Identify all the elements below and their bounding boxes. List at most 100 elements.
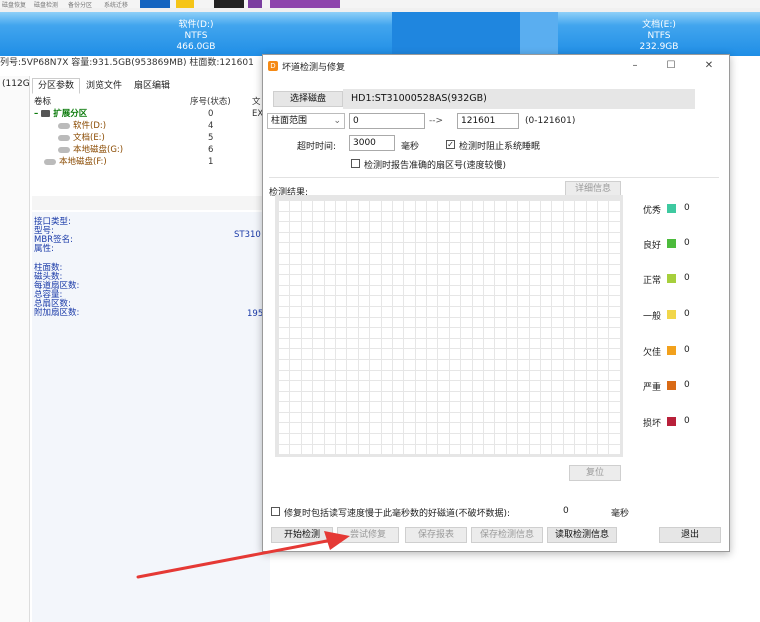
sector-cell — [279, 296, 290, 306]
legend-count: 0 — [684, 309, 690, 319]
column-header-index[interactable]: 序号(状态) — [190, 96, 231, 108]
sector-cell — [438, 264, 449, 275]
sector-cell — [552, 317, 563, 328]
report-sector-checkbox[interactable] — [351, 159, 360, 168]
toolbar-icon[interactable] — [248, 0, 262, 8]
collapse-icon[interactable]: – — [34, 109, 41, 119]
sector-cell — [427, 402, 438, 412]
prevent-sleep-checkbox[interactable]: ✓ — [446, 140, 455, 149]
tab-sector-edit[interactable]: 扇区编辑 — [128, 78, 176, 94]
toolbar-item[interactable]: 系统迁移 — [104, 0, 128, 9]
toolbar-icon[interactable] — [176, 0, 194, 8]
timeout-input[interactable]: 3000 — [349, 135, 395, 151]
sector-cell — [301, 296, 313, 306]
toolbar-icon[interactable] — [214, 0, 244, 8]
sector-cell — [438, 349, 449, 359]
toolbar-item[interactable]: 磁盘恢复 — [2, 0, 26, 9]
column-header-fs[interactable]: 文 — [252, 96, 261, 108]
sector-cell — [563, 402, 575, 412]
range-start-input[interactable]: 0 — [349, 113, 425, 129]
repair-option-checkbox[interactable] — [271, 507, 280, 516]
sector-cell — [313, 444, 324, 455]
sector-cell — [495, 338, 506, 349]
column-header-label[interactable]: 卷标 — [34, 96, 51, 108]
sector-cell — [392, 232, 404, 243]
toolbar-item[interactable]: 备份分区 — [68, 0, 92, 9]
sector-cell — [529, 412, 540, 423]
partition-block-e[interactable]: 文档(E:) NTFS 232.9GB — [558, 12, 760, 56]
toolbar-icon[interactable] — [270, 0, 340, 8]
sector-cell — [301, 444, 313, 455]
sector-cell — [506, 201, 518, 211]
sector-cell — [313, 349, 324, 359]
start-scan-button[interactable]: 开始检测 — [271, 527, 333, 543]
disk-tree-label[interactable]: (112G — [0, 76, 30, 89]
sector-cell — [575, 412, 586, 423]
table-row[interactable]: 软件(D:) 4 — [32, 120, 272, 132]
sector-cell — [597, 232, 609, 243]
sector-cell — [358, 306, 370, 317]
table-row[interactable]: – 扩展分区 0 EX — [32, 108, 272, 120]
sector-cell — [518, 370, 529, 381]
repair-option-value[interactable]: 0 — [563, 506, 569, 516]
sector-cell — [370, 264, 381, 275]
sector-cell — [461, 275, 472, 285]
sector-cell — [552, 306, 563, 317]
sector-cell — [461, 222, 472, 232]
table-row[interactable]: 文档(E:) 5 — [32, 132, 272, 144]
save-scan-info-button[interactable]: 保存检测信息 — [471, 527, 543, 543]
table-row[interactable]: 本地磁盘(F:) 1 — [32, 156, 272, 168]
sector-cell — [495, 349, 506, 359]
sector-cell — [347, 423, 358, 434]
sector-cell — [347, 381, 358, 391]
range-end-input[interactable]: 121601 — [457, 113, 519, 129]
sector-cell — [404, 402, 415, 412]
maximize-icon[interactable]: ☐ — [661, 58, 681, 74]
sector-cell — [563, 423, 575, 434]
reset-button[interactable]: 复位 — [569, 465, 621, 481]
sector-cell — [518, 381, 529, 391]
partition-block-spacer[interactable] — [520, 12, 558, 56]
timeout-label: 超时时间: — [297, 142, 337, 152]
sector-cell — [392, 391, 404, 402]
exit-button[interactable]: 退出 — [659, 527, 721, 543]
table-row[interactable]: 本地磁盘(G:) 6 — [32, 144, 272, 156]
toolbar-icon[interactable] — [140, 0, 170, 8]
legend-label: 良好 — [643, 241, 662, 251]
sector-cell — [518, 317, 529, 328]
close-icon[interactable]: ✕ — [699, 58, 719, 74]
sector-cell — [449, 370, 461, 381]
sector-cell — [335, 391, 347, 402]
sector-cell — [563, 243, 575, 253]
dialog-titlebar[interactable]: D 坏道检测与修复 – ☐ ✕ — [263, 55, 729, 77]
select-disk-button[interactable]: 选择磁盘 — [273, 91, 343, 107]
sector-cell — [381, 381, 392, 391]
minimize-icon[interactable]: – — [625, 58, 645, 74]
read-scan-info-button[interactable]: 读取检测信息 — [547, 527, 617, 543]
sector-cell — [358, 211, 370, 222]
model-value: ST310 — [234, 230, 261, 240]
sector-cell — [472, 328, 484, 338]
tab-partition-params[interactable]: 分区参数 — [32, 78, 81, 94]
top-toolbar-strip: 磁盘恢复 磁盘检测 备份分区 系统迁移 — [0, 0, 760, 9]
sector-cell — [324, 359, 335, 370]
sector-cell — [335, 338, 347, 349]
save-report-button[interactable]: 保存报表 — [405, 527, 467, 543]
sector-cell — [381, 296, 392, 306]
sector-cell — [313, 328, 324, 338]
toolbar-item[interactable]: 磁盘检测 — [34, 0, 58, 9]
sector-cell — [335, 253, 347, 264]
range-type-select[interactable]: 柱面范围 ⌄ — [267, 113, 345, 129]
sector-cell — [279, 370, 290, 381]
sector-cell — [518, 201, 529, 211]
sector-cell — [506, 328, 518, 338]
tab-browse-files[interactable]: 浏览文件 — [80, 78, 128, 94]
sector-cell — [415, 296, 427, 306]
partition-block-d[interactable]: 软件(D:) NTFS 466.0GB — [0, 12, 392, 56]
disk-tree-panel[interactable]: (112G — [0, 76, 30, 622]
partition-block-d-extension[interactable] — [392, 12, 520, 56]
try-repair-button[interactable]: 尝试修复 — [337, 527, 399, 543]
sector-cell — [540, 222, 552, 232]
sector-cell — [335, 349, 347, 359]
sector-cell — [449, 338, 461, 349]
